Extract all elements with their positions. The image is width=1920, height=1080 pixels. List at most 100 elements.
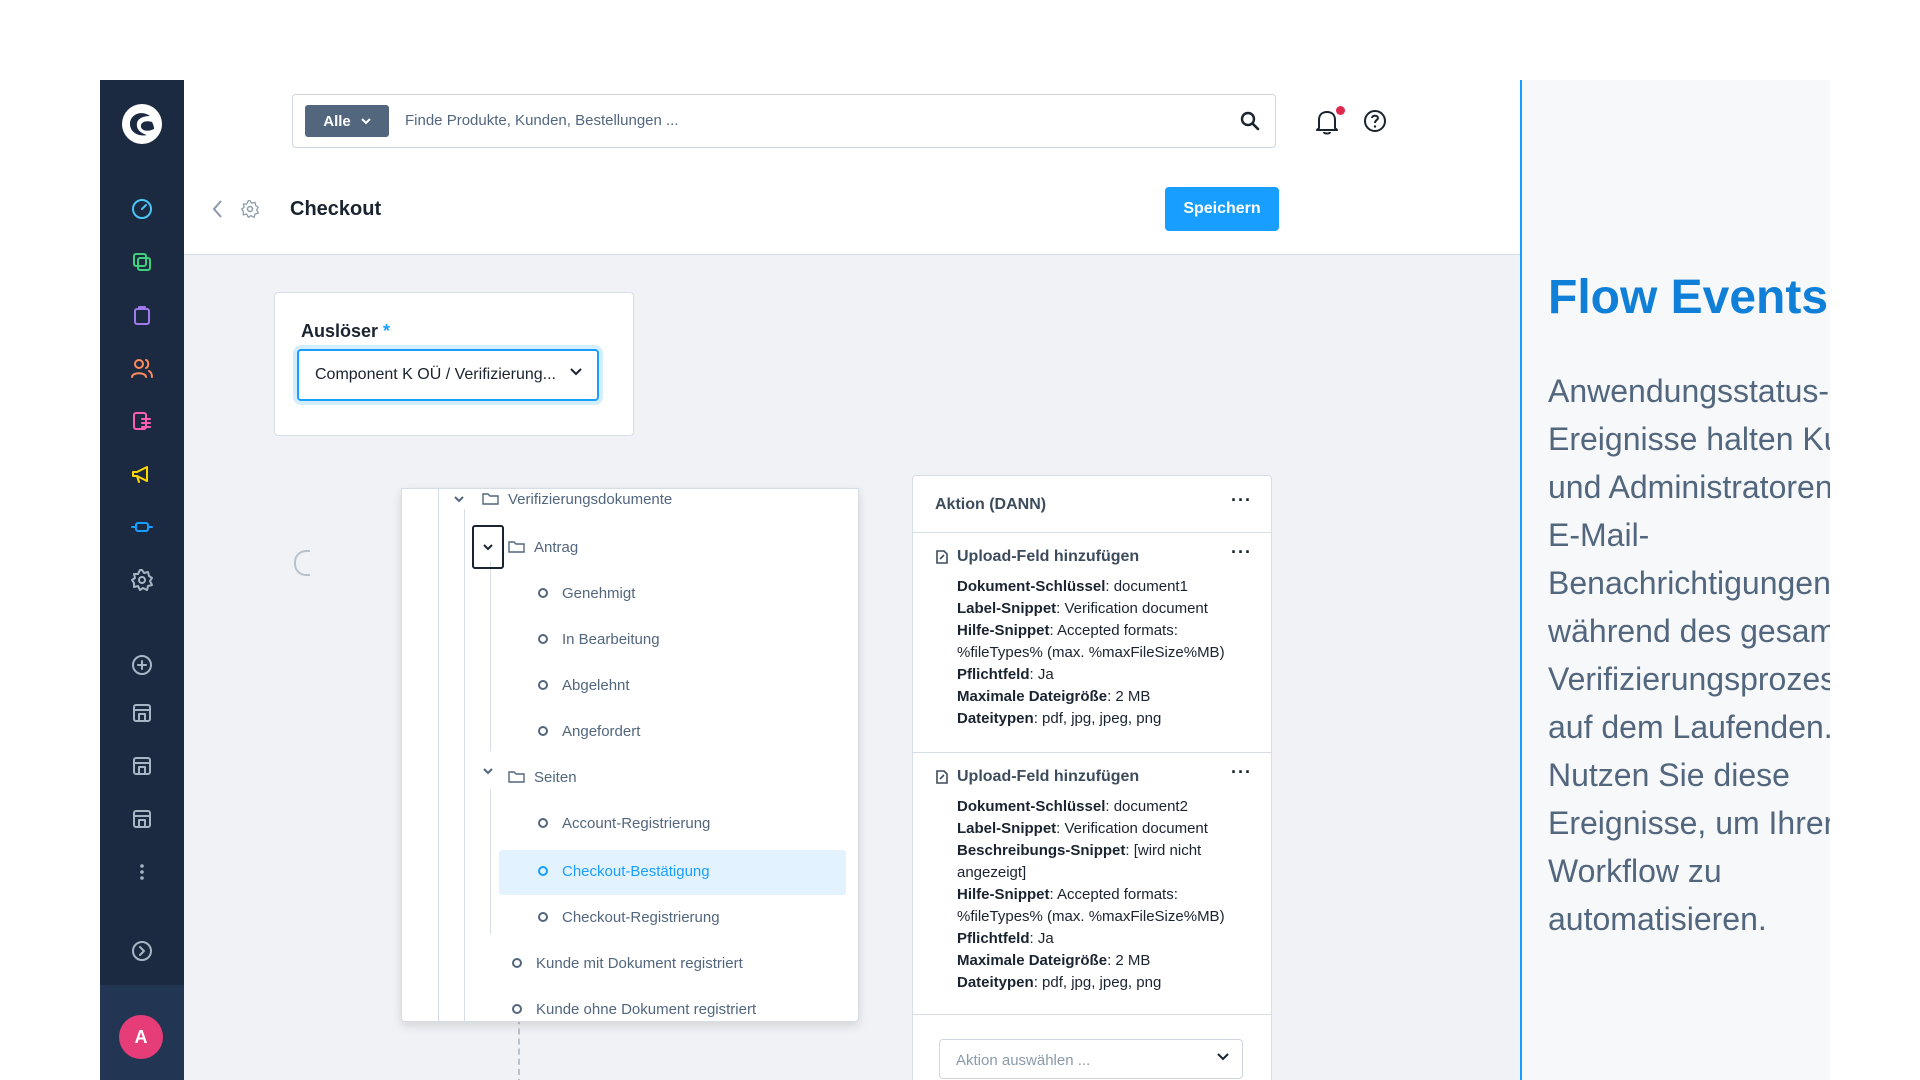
headless-icon[interactable] (128, 752, 156, 780)
extensions-icon[interactable] (128, 513, 156, 541)
detail-value: : Verification document (1056, 600, 1208, 617)
sidebar: A (100, 80, 184, 1080)
bullet-icon (512, 958, 522, 968)
chevron-down-icon[interactable] (478, 539, 498, 555)
action-block-title: Upload-Feld hinzufügen (935, 548, 1139, 566)
detail-value: : Ja (1029, 930, 1054, 947)
panel-title: Flow Events (1548, 271, 1829, 324)
flow-connector-node (294, 550, 310, 576)
bullet-icon (538, 912, 548, 922)
search-bar[interactable]: Alle Finde Produkte, Kunden, Bestellunge… (292, 94, 1276, 148)
action-card-header: Aktion (DANN) ··· (913, 476, 1271, 533)
chevron-down-icon[interactable] (478, 763, 498, 779)
tree-item-label: Angefordert (562, 722, 641, 740)
trigger-label-text: Auslöser (301, 321, 379, 341)
catalog-icon[interactable] (128, 248, 156, 276)
action-block-title-text: Upload-Feld hinzufügen (957, 548, 1140, 565)
tree-item-label: Seiten (534, 768, 577, 786)
help-icon[interactable] (1362, 108, 1388, 134)
tree-item-label: In Bearbeitung (562, 630, 660, 648)
tree-item[interactable]: In Bearbeitung (538, 619, 660, 659)
action-card: Aktion (DANN) ··· Upload-Feld hinzufügen… (912, 475, 1272, 1080)
avatar[interactable]: A (119, 1015, 163, 1059)
action-card-title: Aktion (DANN) (935, 496, 1047, 513)
storefront-icon[interactable] (128, 699, 156, 727)
search-filter-label: Alle (323, 112, 351, 130)
tree-item-root[interactable]: Verifizierungsdokumente (482, 489, 673, 519)
panel-text: Anwendungsstatus-Ereignisse halten Kunde… (1548, 373, 1830, 937)
bullet-icon (538, 588, 548, 598)
action-select-placeholder: Aktion auswählen ... (956, 1052, 1091, 1069)
folder-icon (508, 540, 526, 554)
trigger-dropdown: Verifizierungsdokumente Antrag Genehmigt… (401, 488, 859, 1022)
marketing-icon[interactable] (128, 460, 156, 488)
detail-key: Label-Snippet (957, 600, 1057, 617)
settings-icon[interactable] (128, 566, 156, 594)
document-edit-icon (936, 550, 948, 564)
tree-guide-line (490, 561, 491, 751)
folder-icon (482, 492, 500, 506)
tree-item[interactable]: Checkout-Registrierung (538, 897, 720, 937)
more-options-icon[interactable]: ··· (1231, 542, 1252, 563)
chevron-down-icon (1217, 1053, 1229, 1061)
bullet-icon (538, 866, 548, 876)
detail-value: : Verification document (1056, 820, 1208, 837)
detail-key: Dokument-Schlüssel (957, 578, 1106, 595)
tree-item[interactable]: Kunde mit Dokument registriert (512, 943, 743, 983)
search-icon[interactable] (1239, 110, 1261, 132)
bullet-icon (538, 634, 548, 644)
more-options-icon[interactable]: ··· (1231, 762, 1252, 783)
detail-value: : pdf, jpg, jpeg, png (1033, 710, 1162, 727)
orders-icon[interactable] (128, 301, 156, 329)
more-options-icon[interactable]: ··· (1231, 490, 1252, 511)
action-block-2[interactable]: Upload-Feld hinzufügen ··· Dokument-Schl… (913, 752, 1271, 1015)
tree-item-group[interactable]: Seiten (508, 757, 577, 797)
more-icon[interactable] (128, 858, 156, 886)
save-button[interactable]: Speichern (1165, 187, 1279, 231)
gear-icon[interactable] (240, 198, 260, 220)
search-filter-button[interactable]: Alle (305, 105, 389, 137)
chevron-down-icon[interactable] (452, 489, 466, 509)
shopware-logo-icon[interactable] (120, 102, 164, 146)
back-arrow-icon[interactable] (210, 198, 226, 220)
info-panel: Flow Events Anwendungsstatus-Ereignisse … (1520, 80, 1830, 1080)
detail-key: Pflichtfeld (957, 666, 1030, 683)
tree-item[interactable]: Angefordert (538, 711, 640, 751)
expand-icon[interactable] (128, 937, 156, 965)
content-icon[interactable] (128, 407, 156, 435)
app-frame: A Alle Finde Produkte, Kunden, Bestellun… (100, 80, 1830, 1080)
detail-value: : pdf, jpg, jpeg, png (1033, 974, 1162, 991)
detail-value: : Ja (1029, 666, 1054, 683)
action-block-1[interactable]: Upload-Feld hinzufügen ··· Dokument-Schl… (913, 532, 1271, 753)
tree-item[interactable]: Genehmigt (538, 573, 635, 613)
headless-2-icon[interactable] (128, 805, 156, 833)
tree-item[interactable]: Account-Registrierung (538, 803, 710, 843)
bullet-icon (538, 818, 548, 828)
detail-key: Maximale Dateigröße (957, 688, 1108, 705)
add-sales-channel-icon[interactable] (128, 651, 156, 679)
required-mark: * (383, 321, 391, 341)
detail-key: Maximale Dateigröße (957, 952, 1108, 969)
detail-key: Beschreibungs-Snippet (957, 842, 1126, 859)
detail-key: Dokument-Schlüssel (957, 798, 1106, 815)
chevron-down-icon (570, 368, 582, 376)
topbar: Alle Finde Produkte, Kunden, Bestellunge… (184, 80, 1520, 167)
tree-item[interactable]: Kunde ohne Dokument registriert (512, 989, 756, 1021)
detail-key: Dateitypen (957, 974, 1034, 991)
detail-key: Pflichtfeld (957, 930, 1030, 947)
bullet-icon (512, 1004, 522, 1014)
trigger-select[interactable]: Component K OÜ / Verifizierung... (297, 349, 599, 401)
action-select[interactable]: Aktion auswählen ... (939, 1039, 1243, 1079)
tree-item[interactable]: Abgelehnt (538, 665, 630, 705)
tree-item-label: Verifizierungsdokumente (508, 490, 673, 508)
tree-item-label: Checkout-Registrierung (562, 908, 720, 926)
tree-item-label: Abgelehnt (562, 676, 630, 694)
tree-item-group[interactable]: Antrag (508, 527, 578, 567)
document-edit-icon (936, 770, 948, 784)
tree-item-selected[interactable]: Checkout-Bestätigung (538, 851, 710, 891)
detail-value: : document2 (1105, 798, 1188, 815)
search-input[interactable]: Finde Produkte, Kunden, Bestellungen ... (405, 112, 679, 129)
dashboard-icon[interactable] (128, 195, 156, 223)
detail-value: : 2 MB (1107, 952, 1151, 969)
customers-icon[interactable] (128, 354, 156, 382)
